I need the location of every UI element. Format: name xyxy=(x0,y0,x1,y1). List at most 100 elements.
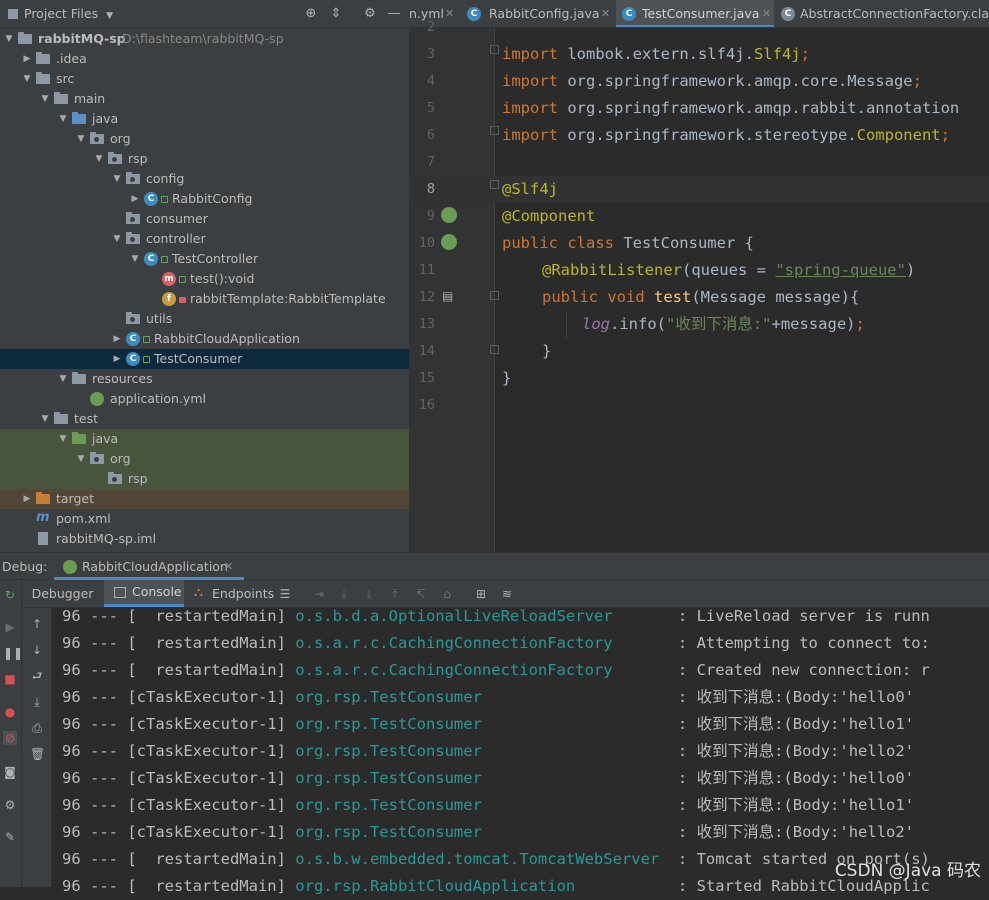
show-execution-point-icon[interactable]: ⇥ xyxy=(312,587,326,601)
chevron-down-icon[interactable]: ▼ xyxy=(94,149,104,169)
logger-name[interactable]: o.s.b.w.embedded.tomcat.TomcatWebServer xyxy=(295,850,659,868)
tree-item[interactable]: ▼ controller xyxy=(0,229,409,249)
chevron-right-icon[interactable]: ▶ xyxy=(112,329,122,349)
tree-item[interactable]: f rabbitTemplate:RabbitTemplate xyxy=(0,289,409,309)
mute-breakpoints-icon[interactable]: ⊘ xyxy=(3,731,17,745)
arrow-up-icon[interactable]: ↑ xyxy=(30,617,44,631)
rabbit-listener-icon[interactable]: ▤ xyxy=(442,289,456,303)
logger-name[interactable]: o.s.a.r.c.CachingConnectionFactory xyxy=(295,634,612,652)
logger-name[interactable]: org.rsp.TestConsumer xyxy=(295,769,482,787)
console-line: 96 --- [ restartedMain] o.s.a.r.c.Cachin… xyxy=(62,630,930,657)
trash-icon[interactable]: 🗑 xyxy=(30,747,45,761)
chevron-right-icon[interactable]: ▶ xyxy=(22,489,32,509)
tree-item[interactable]: ▼ resources xyxy=(0,369,409,389)
tree-item-label: config xyxy=(146,171,185,186)
tree-item[interactable]: ▶ target xyxy=(0,489,409,509)
logger-name[interactable]: o.s.a.r.c.CachingConnectionFactory xyxy=(295,661,612,679)
spring-bean-icon[interactable] xyxy=(441,207,457,223)
tree-item[interactable]: m test():void xyxy=(0,269,409,289)
tree-item[interactable]: ▼ java xyxy=(0,429,409,449)
tab-rabbitconfig[interactable]: C RabbitConfig.java ✕ xyxy=(461,0,615,27)
debug-session-tab[interactable]: RabbitCloudApplication ✕ xyxy=(54,553,244,580)
tree-item[interactable]: ▶ C RabbitConfig xyxy=(0,189,409,209)
chevron-down-icon[interactable]: ▼ xyxy=(112,229,122,249)
tree-item[interactable]: ▼ org xyxy=(0,129,409,149)
chevron-down-icon[interactable]: ▼ xyxy=(40,409,50,429)
tree-item[interactable]: ▼ test xyxy=(0,409,409,429)
project-view-selector[interactable]: Project Files ▼ xyxy=(8,0,113,28)
logger-name[interactable]: org.rsp.TestConsumer xyxy=(295,688,482,706)
minimize-icon[interactable]: — xyxy=(386,6,402,22)
tree-item[interactable]: rabbitMQ-sp.iml xyxy=(0,529,409,549)
view-breakpoints-icon[interactable]: ● xyxy=(3,705,17,719)
rerun-icon[interactable]: ↻ xyxy=(3,588,17,602)
close-icon[interactable]: ✕ xyxy=(445,0,454,27)
gear-icon[interactable]: ⚙ xyxy=(362,6,378,22)
grid-icon[interactable]: ⊞ xyxy=(474,587,488,601)
print-icon[interactable]: ⎙ xyxy=(30,721,44,735)
run-to-cursor-icon[interactable]: ↸ xyxy=(414,587,428,601)
tree-item[interactable]: ▶ .idea xyxy=(0,49,409,69)
tree-item[interactable]: ▼ config xyxy=(0,169,409,189)
chevron-down-icon[interactable]: ▼ xyxy=(58,429,68,449)
chevron-down-icon[interactable]: ▼ xyxy=(58,369,68,389)
tree-item[interactable]: ▼ main xyxy=(0,89,409,109)
tree-item[interactable]: ▼ rabbitMQ-sp D:\flashteam\rabbitMQ-sp xyxy=(0,29,409,49)
chevron-right-icon[interactable]: ▶ xyxy=(130,189,140,209)
logger-name[interactable]: org.rsp.TestConsumer xyxy=(295,715,482,733)
tree-item[interactable]: ▼ rsp xyxy=(0,149,409,169)
scroll-to-end-icon[interactable]: ⤓ xyxy=(30,695,44,709)
menu-icon[interactable]: ☰ xyxy=(278,587,292,601)
logger-name[interactable]: o.s.b.d.a.OptionalLiveReloadServer xyxy=(295,607,612,625)
logger-name[interactable]: org.rsp.TestConsumer xyxy=(295,823,482,841)
fold-marker-icon[interactable] xyxy=(490,345,499,354)
tree-item[interactable]: ▼ src xyxy=(0,69,409,89)
logger-name[interactable]: org.rsp.RabbitCloudApplication xyxy=(295,877,575,895)
settings-icon[interactable]: ⚙ xyxy=(3,798,17,812)
step-into-icon[interactable]: ⤓ xyxy=(362,587,376,601)
tree-item[interactable]: utils xyxy=(0,309,409,329)
tree-item[interactable]: rsp xyxy=(0,469,409,489)
spring-bean-icon[interactable] xyxy=(441,234,457,250)
tab-abstractconnectionfactory[interactable]: C AbstractConnectionFactory.class xyxy=(775,0,989,27)
close-icon[interactable]: ✕ xyxy=(224,553,233,580)
step-over-icon[interactable]: ⤓ xyxy=(337,587,351,601)
pause-icon[interactable]: ❚❚ xyxy=(3,646,23,660)
tree-item[interactable]: ▼ java xyxy=(0,109,409,129)
tree-item[interactable]: ▼ org xyxy=(0,449,409,469)
chevron-down-icon[interactable]: ▼ xyxy=(130,249,140,269)
logger-name[interactable]: org.rsp.TestConsumer xyxy=(295,796,482,814)
collapse-icon[interactable]: ⇕ xyxy=(328,6,344,22)
step-out-icon[interactable]: ⤒ xyxy=(388,587,402,601)
logger-name[interactable]: org.rsp.TestConsumer xyxy=(295,742,482,760)
threads-icon[interactable]: ≋ xyxy=(500,587,514,601)
tree-item[interactable]: m pom.xml xyxy=(0,509,409,529)
chevron-down-icon[interactable]: ▼ xyxy=(58,109,68,129)
fold-marker-icon[interactable] xyxy=(490,291,499,300)
close-icon[interactable]: ✕ xyxy=(762,0,771,27)
chevron-down-icon[interactable]: ▼ xyxy=(40,89,50,109)
camera-icon[interactable]: ◙ xyxy=(3,765,17,779)
stop-icon[interactable]: ■ xyxy=(3,672,17,686)
arrow-down-icon[interactable]: ↓ xyxy=(30,643,44,657)
chevron-down-icon[interactable]: ▼ xyxy=(76,129,86,149)
evaluate-icon[interactable]: ⌂ xyxy=(440,587,454,601)
chevron-right-icon[interactable]: ▶ xyxy=(112,349,122,369)
pin-icon[interactable]: ✎ xyxy=(3,830,17,844)
soft-wrap-icon[interactable]: ⮐ xyxy=(30,669,44,683)
tab-testconsumer[interactable]: C TestConsumer.java ✕ xyxy=(616,0,774,27)
fold-marker-icon[interactable] xyxy=(490,180,499,189)
resume-icon[interactable]: ▶ xyxy=(3,620,17,634)
tree-item[interactable]: application.yml xyxy=(0,389,409,409)
tree-item[interactable]: consumer xyxy=(0,209,409,229)
chevron-down-icon[interactable]: ▼ xyxy=(4,29,14,49)
tree-item[interactable]: ▶ C RabbitCloudApplication xyxy=(0,329,409,349)
crosshair-icon[interactable]: ⊕ xyxy=(303,6,319,22)
tree-item[interactable]: ▶ C TestConsumer xyxy=(0,349,409,369)
chevron-down-icon[interactable]: ▼ xyxy=(22,69,32,89)
chevron-down-icon[interactable]: ▼ xyxy=(76,449,86,469)
chevron-down-icon[interactable]: ▼ xyxy=(112,169,122,189)
chevron-right-icon[interactable]: ▶ xyxy=(22,49,32,69)
tree-item[interactable]: ▼ C TestController xyxy=(0,249,409,269)
close-icon[interactable]: ✕ xyxy=(601,0,610,27)
